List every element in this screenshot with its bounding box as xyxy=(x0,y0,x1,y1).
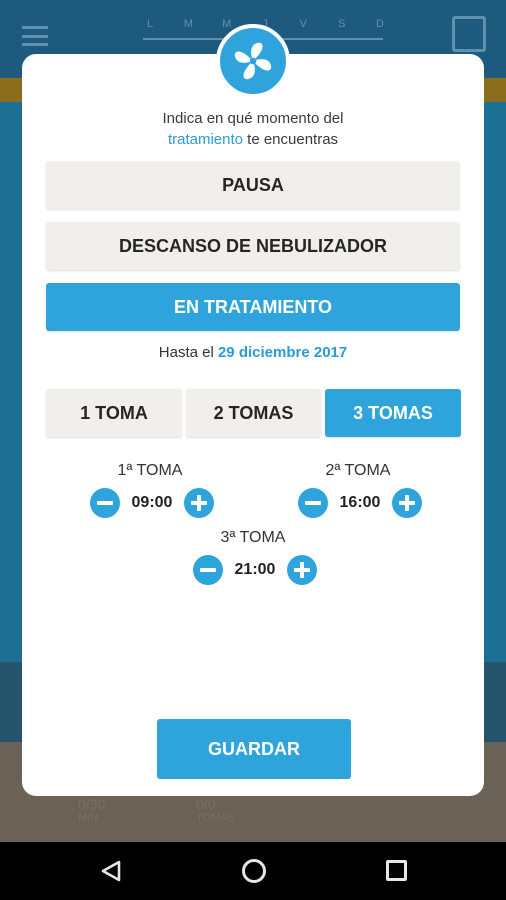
recent-apps-icon[interactable] xyxy=(386,860,407,881)
dose-1-label: 1ª TOMA xyxy=(117,462,183,479)
dose-1-minus-icon[interactable] xyxy=(90,488,120,518)
dose-3-label: 3ª TOMA xyxy=(220,529,286,546)
dose-tab-3[interactable]: 3 TOMAS xyxy=(325,389,461,437)
dose-2-label: 2ª TOMA xyxy=(325,462,391,479)
back-icon[interactable] xyxy=(100,860,122,882)
prompt-rest: te encuentras xyxy=(242,131,339,148)
option-pausa-button[interactable]: PAUSA xyxy=(46,161,460,209)
dose-tab-2[interactable]: 2 TOMAS xyxy=(186,389,321,437)
dialog-prompt: Indica en qué momento del tratamiento te… xyxy=(22,108,484,150)
home-icon[interactable] xyxy=(242,859,266,883)
dose-2-plus-icon[interactable] xyxy=(392,488,422,518)
stat-minutes-unit: MIN xyxy=(78,812,99,824)
prompt-line2: tratamiento te encuentras xyxy=(22,129,484,150)
dose-3-plus-icon[interactable] xyxy=(287,555,317,585)
save-button[interactable]: GUARDAR xyxy=(157,719,351,779)
day-label: D xyxy=(375,18,384,30)
calendar-icon xyxy=(452,16,486,52)
stat-doses-value: 0/0 xyxy=(196,796,216,812)
fan-logo-icon xyxy=(216,24,290,98)
day-label: S xyxy=(337,18,346,30)
stat-doses-unit: TOMAS xyxy=(196,812,235,824)
stat-minutes-value: 0/30 xyxy=(78,796,106,812)
day-label: L xyxy=(146,18,154,30)
dose-1-stepper: 09:00 xyxy=(90,488,214,518)
dose-2-minus-icon[interactable] xyxy=(298,488,328,518)
until-date-link[interactable]: 29 diciembre 2017 xyxy=(218,344,347,361)
dose-tab-1[interactable]: 1 TOMA xyxy=(46,389,182,437)
option-en-tratamiento-button[interactable]: EN TRATAMIENTO xyxy=(46,283,460,331)
dose-3-stepper: 21:00 xyxy=(193,555,317,585)
dose-2-stepper: 16:00 xyxy=(298,488,422,518)
until-date-text: Hasta el 29 diciembre 2017 xyxy=(22,344,484,361)
menu-icon xyxy=(22,26,48,46)
until-prefix: Hasta el xyxy=(158,344,218,361)
option-descanso-button[interactable]: DESCANSO DE NEBULIZADOR xyxy=(46,222,460,270)
dose-1-plus-icon[interactable] xyxy=(184,488,214,518)
day-label: M xyxy=(183,18,193,30)
dose-2-time: 16:00 xyxy=(339,494,381,511)
dose-1-time: 09:00 xyxy=(131,494,173,511)
prompt-line1: Indica en qué momento del xyxy=(162,110,344,127)
dose-3-time: 21:00 xyxy=(234,561,276,578)
prompt-highlight: tratamiento xyxy=(167,131,243,148)
day-label: V xyxy=(299,18,307,30)
dose-3-minus-icon[interactable] xyxy=(193,555,223,585)
